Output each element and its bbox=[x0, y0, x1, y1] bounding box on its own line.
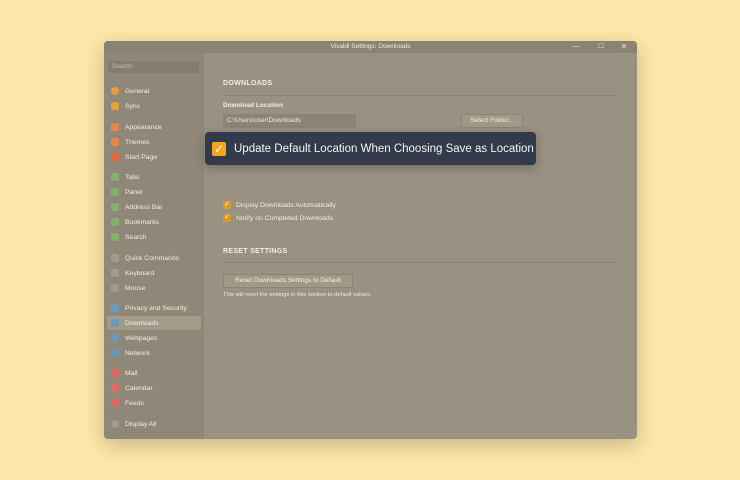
feed-icon bbox=[111, 399, 119, 407]
checkbox-icon: ✓ bbox=[223, 214, 231, 222]
sidebar-item-network[interactable]: Network bbox=[107, 346, 201, 360]
sidebar-item-sync[interactable]: Sync bbox=[107, 99, 201, 113]
download-location-field[interactable]: C:\Users\user\Downloads bbox=[223, 114, 356, 128]
checkbox-icon: ✓ bbox=[223, 201, 231, 209]
sidebar-item-webpages[interactable]: Webpages bbox=[107, 331, 201, 345]
close-button[interactable]: ✕ bbox=[618, 42, 630, 52]
window-title: Vivaldi Settings: Downloads bbox=[330, 43, 411, 50]
checkbox-checked-icon[interactable]: ✓ bbox=[212, 141, 226, 156]
sidebar-item-label: Calendar bbox=[125, 384, 153, 392]
sidebar-item-calendar[interactable]: Calendar bbox=[107, 381, 201, 395]
sidebar-item-feeds[interactable]: Feeds bbox=[107, 396, 201, 410]
sidebar-item-label: Mouse bbox=[125, 284, 146, 292]
mouse-icon bbox=[111, 284, 119, 292]
select-folder-button[interactable]: Select Folder... bbox=[461, 114, 523, 128]
checkbox-label: Display Downloads Automatically bbox=[236, 201, 336, 209]
sidebar-item-label: Bookmarks bbox=[125, 218, 159, 226]
globe-icon bbox=[111, 334, 119, 342]
maximize-button[interactable]: ☐ bbox=[595, 42, 607, 52]
grid-icon bbox=[111, 153, 119, 161]
tabs-icon bbox=[111, 173, 119, 181]
sidebar-item-address-bar[interactable]: Address Bar bbox=[107, 200, 201, 214]
sidebar-item-bookmarks[interactable]: Bookmarks bbox=[107, 215, 201, 229]
sidebar-item-themes[interactable]: Themes bbox=[107, 135, 201, 149]
sidebar-item-panel[interactable]: Panel bbox=[107, 185, 201, 199]
sidebar-item-label: Sync bbox=[125, 102, 141, 110]
sidebar-item-label: Address Bar bbox=[125, 203, 163, 211]
gear-icon bbox=[111, 87, 119, 95]
sidebar-item-label: Feeds bbox=[125, 399, 144, 407]
reset-hint: This will reset the settings in this sec… bbox=[223, 292, 372, 298]
sidebar-item-label: Search bbox=[125, 233, 147, 241]
checkbox-display-downloads[interactable]: ✓ Display Downloads Automatically bbox=[223, 201, 336, 209]
sidebar-item-label: Quick Commands bbox=[125, 254, 180, 262]
update-default-location-label: Update Default Location When Choosing Sa… bbox=[234, 142, 534, 155]
settings-sidebar: Search General Sync Appearance Themes Start … bbox=[104, 53, 204, 439]
sidebar-item-label: Mail bbox=[125, 369, 138, 377]
cloud-icon bbox=[111, 102, 119, 110]
keyboard-icon bbox=[111, 269, 119, 277]
sidebar-item-general[interactable]: General bbox=[107, 84, 201, 98]
sidebar-item-privacy-and-security[interactable]: Privacy and Security bbox=[107, 301, 201, 315]
appearance-icon bbox=[111, 123, 119, 131]
sidebar-item-label: Privacy and Security bbox=[125, 304, 187, 312]
sidebar-item-label: Panel bbox=[125, 188, 143, 196]
search-icon bbox=[111, 233, 119, 241]
sidebar-item-appearance[interactable]: Appearance bbox=[107, 120, 201, 134]
network-icon bbox=[111, 349, 119, 357]
settings-content: DOWNLOADS Download Location C:\Users\use… bbox=[204, 53, 637, 439]
sidebar-item-quick-commands[interactable]: Quick Commands bbox=[107, 251, 201, 265]
sidebar-item-label: Network bbox=[125, 349, 150, 357]
sidebar-item-mouse[interactable]: Mouse bbox=[107, 281, 201, 295]
sidebar-item-label: Display All bbox=[125, 420, 157, 428]
sidebar-item-tabs[interactable]: Tabs bbox=[107, 170, 201, 184]
sidebar-item-label: Webpages bbox=[125, 334, 158, 342]
download-location-label: Download Location bbox=[223, 102, 283, 109]
bookmark-icon bbox=[111, 218, 119, 226]
title-bar: Vivaldi Settings: Downloads — ☐ ✕ bbox=[104, 41, 637, 53]
quick-commands-icon bbox=[111, 254, 119, 262]
section-title-downloads: DOWNLOADS bbox=[223, 80, 273, 87]
checkbox-notify-completed[interactable]: ✓ Notify on Completed Downloads bbox=[223, 214, 333, 222]
minimize-button[interactable]: — bbox=[570, 42, 582, 52]
section-divider bbox=[223, 95, 619, 96]
sidebar-item-start-page[interactable]: Start Page bbox=[107, 150, 201, 164]
section-divider bbox=[223, 262, 619, 263]
shield-icon bbox=[111, 304, 119, 312]
checkbox-label: Notify on Completed Downloads bbox=[236, 214, 334, 222]
sidebar-item-keyboard[interactable]: Keyboard bbox=[107, 266, 201, 280]
sidebar-item-label: General bbox=[125, 87, 150, 95]
sidebar-item-label: Start Page bbox=[125, 153, 158, 161]
mail-icon bbox=[111, 369, 119, 377]
sidebar-item-mail[interactable]: Mail bbox=[107, 366, 201, 380]
sidebar-item-search[interactable]: Search bbox=[107, 230, 201, 244]
calendar-icon bbox=[111, 384, 119, 392]
sidebar-item-label: Appearance bbox=[125, 123, 162, 131]
sidebar-item-label: Tabs bbox=[125, 173, 140, 181]
sidebar-item-label: Themes bbox=[125, 138, 150, 146]
sidebar-item-label: Keyboard bbox=[125, 269, 155, 277]
address-bar-icon bbox=[111, 203, 119, 211]
search-input[interactable]: Search bbox=[108, 61, 199, 73]
section-title-reset: RESET SETTINGS bbox=[223, 248, 288, 255]
settings-window: Vivaldi Settings: Downloads — ☐ ✕ Search… bbox=[104, 41, 637, 439]
sidebar-item-downloads[interactable]: Downloads bbox=[107, 316, 201, 330]
gear-icon bbox=[111, 420, 119, 428]
sidebar-item-label: Downloads bbox=[125, 319, 159, 327]
reset-downloads-button[interactable]: Reset Downloads Settings to Default bbox=[223, 274, 353, 288]
brush-icon bbox=[111, 138, 119, 146]
highlighted-setting-callout[interactable]: ✓ Update Default Location When Choosing … bbox=[205, 132, 536, 165]
download-icon bbox=[111, 319, 119, 327]
sidebar-item-display-all[interactable]: Display All bbox=[107, 417, 201, 431]
panel-icon bbox=[111, 188, 119, 196]
